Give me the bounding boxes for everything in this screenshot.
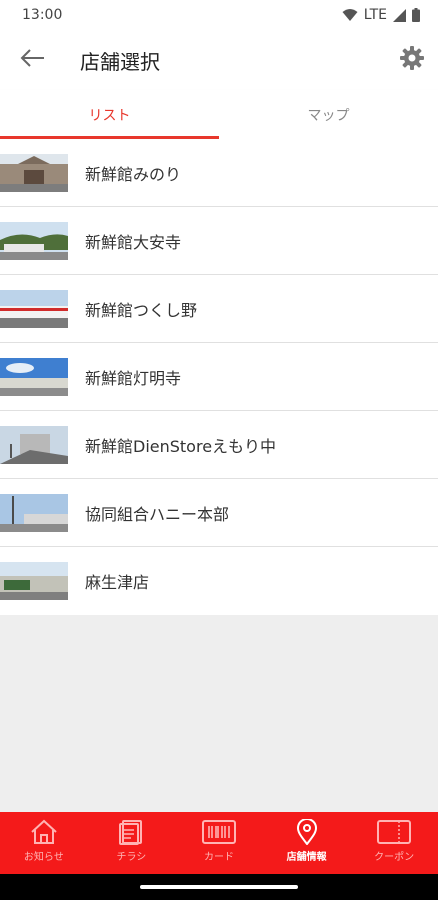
store-item-honey-honbu[interactable]: 協同組合ハニー本部 (0, 479, 438, 547)
bottom-nav: お知らせ チラシ カード 店舗情報 クーポン (0, 812, 438, 874)
settings-button[interactable] (392, 40, 432, 80)
store-name: 新鮮館灯明寺 (85, 368, 182, 388)
nav-item-flyer[interactable]: チラシ (88, 812, 176, 874)
network-type-label: LTE (363, 7, 387, 23)
store-item-minori[interactable]: 新鮮館みのり (0, 139, 438, 207)
store-name: 新鮮館DienStoreえもり中 (85, 436, 277, 456)
status-time: 13:00 (22, 7, 63, 23)
system-gesture-bar (0, 874, 438, 900)
wifi-icon (342, 8, 358, 22)
nav-label: 店舗情報 (286, 852, 327, 863)
store-name: 新鮮館つくし野 (85, 300, 198, 320)
store-photo (0, 221, 68, 260)
nav-label: クーポン (374, 852, 415, 863)
status-icons: LTE (342, 7, 420, 23)
nav-item-card[interactable]: カード (175, 812, 263, 874)
store-item-tomyoji[interactable]: 新鮮館灯明寺 (0, 343, 438, 411)
app-bar: 店舗選択 (0, 30, 438, 90)
gear-icon (399, 45, 425, 75)
store-name: 新鮮館みのり (85, 164, 182, 184)
signal-icon (393, 8, 406, 22)
store-photo (0, 425, 68, 464)
tab-bar: リスト マップ (0, 90, 438, 139)
nav-label: お知らせ (23, 852, 64, 863)
store-photo (0, 357, 68, 396)
status-bar: 13:00 LTE (0, 0, 438, 30)
flyer-icon (116, 819, 146, 848)
nav-item-coupon[interactable]: クーポン (350, 812, 438, 874)
store-item-dienstore-emori[interactable]: 新鮮館DienStoreえもり中 (0, 411, 438, 479)
store-name: 新鮮館大安寺 (85, 232, 182, 252)
home-gesture-handle[interactable] (140, 885, 298, 889)
store-photo (0, 153, 68, 192)
store-photo (0, 562, 68, 600)
coupon-icon (377, 819, 412, 848)
nav-item-news[interactable]: お知らせ (0, 812, 88, 874)
nav-item-store-info[interactable]: 店舗情報 (263, 812, 351, 874)
back-button[interactable] (12, 40, 52, 80)
nav-label: チラシ (116, 852, 147, 863)
battery-icon (412, 8, 420, 22)
store-photo (0, 289, 68, 328)
store-photo (0, 493, 68, 532)
tab-list[interactable]: リスト (0, 90, 219, 139)
store-item-aso[interactable]: 麻生津店 (0, 547, 438, 615)
barcode-card-icon (201, 819, 236, 848)
store-name: 協同組合ハニー本部 (85, 504, 230, 524)
store-list: 新鮮館みのり 新鮮館大安寺 新鮮館つくし野 新鮮館灯明寺 新鮮館DienStor… (0, 139, 438, 615)
page-title: 店舗選択 (80, 49, 160, 74)
nav-label: カード (203, 852, 234, 863)
location-pin-icon (292, 819, 322, 848)
home-icon (29, 819, 59, 848)
store-item-tsukushino[interactable]: 新鮮館つくし野 (0, 275, 438, 343)
tab-map[interactable]: マップ (219, 90, 438, 139)
store-name: 麻生津店 (85, 573, 150, 592)
store-item-daianji[interactable]: 新鮮館大安寺 (0, 207, 438, 275)
back-arrow-icon (19, 48, 45, 72)
